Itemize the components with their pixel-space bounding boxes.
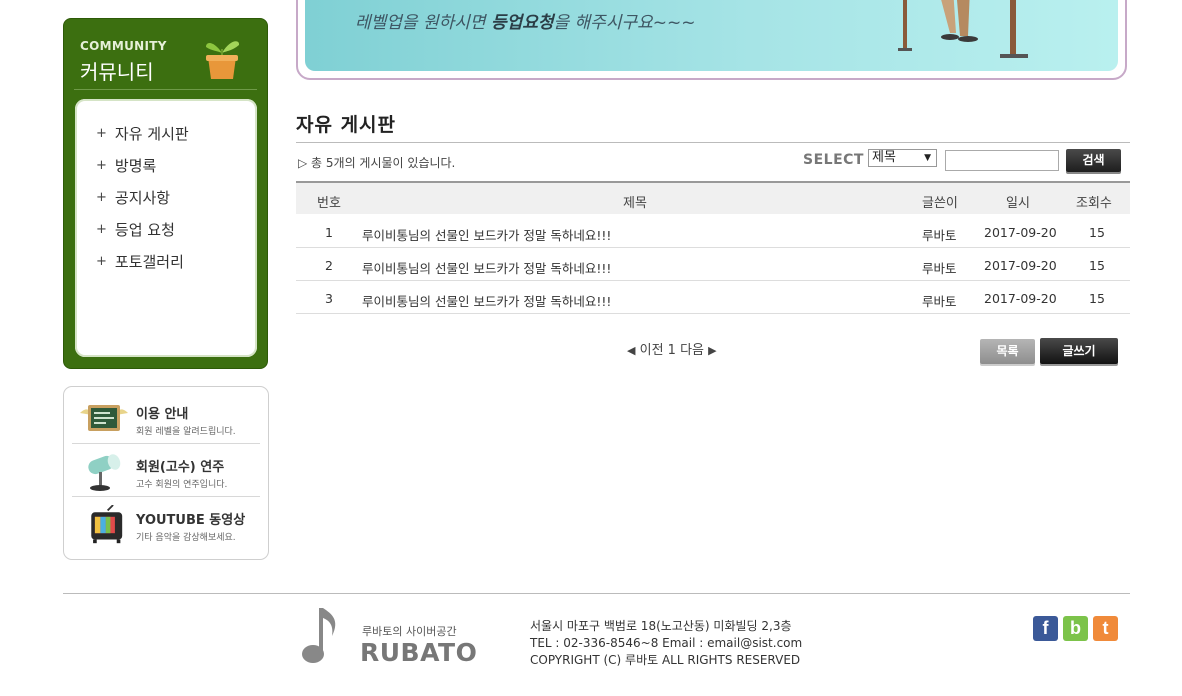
row-date: 2017-09-20 xyxy=(984,225,1057,240)
community-item-free-board[interactable]: + 자유 게시판 xyxy=(96,117,189,149)
info-links-box: 이용 안내 회원 레벨을 알려드립니다. 회원(고수) 연주 고수 회원의 연주… xyxy=(63,386,269,560)
info-desc: 기타 음악을 감상해보세요. xyxy=(136,533,236,543)
column-header-title: 제목 xyxy=(623,196,647,211)
info-title: 이용 안내 xyxy=(136,407,189,422)
info-title: YOUTUBE 동영상 xyxy=(136,513,246,528)
footer-contact: TEL : 02-336-8546~8 Email : email@sist.c… xyxy=(530,636,803,650)
column-header-writer: 글쓴이 xyxy=(922,196,958,211)
row-writer: 루바토 xyxy=(922,294,957,309)
chevron-down-icon: ▼ xyxy=(924,153,931,163)
column-header-views: 조회수 xyxy=(1076,196,1112,211)
plus-icon: + xyxy=(96,221,107,237)
row-date: 2017-09-20 xyxy=(984,291,1057,306)
footer-logo: RUBATO xyxy=(360,638,478,667)
write-button[interactable]: 글쓰기 xyxy=(1040,338,1118,364)
row-writer: 루바토 xyxy=(922,261,957,276)
plus-icon: + xyxy=(96,253,107,269)
sprout-pot-icon xyxy=(206,41,240,79)
row-title-link[interactable]: 루이비통님의 선물인 보드카가 정말 독하네요!!! xyxy=(362,258,611,277)
table-row: 1 루이비통님의 선물인 보드카가 정말 독하네요!!! 루바토 2017-09… xyxy=(296,215,1130,248)
community-list-panel: + 자유 게시판 + 방명록 + 공지사항 + 등업 요청 + 포토갤러리 xyxy=(75,99,257,357)
footer-logo-subtitle: 루바토의 사이버공간 xyxy=(362,625,457,638)
row-views: 15 xyxy=(1089,258,1105,273)
chalkboard-icon xyxy=(80,405,128,431)
plus-icon: + xyxy=(96,157,107,173)
current-page[interactable]: 1 xyxy=(668,343,676,358)
community-item-photo-gallery[interactable]: + 포토갤러리 xyxy=(96,245,189,277)
next-page-link[interactable]: 다음 xyxy=(680,343,704,358)
divider xyxy=(74,89,257,90)
top-banner: 레벨업을 원하시면 등업요청을 해주시구요~~~ xyxy=(296,0,1127,80)
community-menu: COMMUNITY 커뮤니티 + 자유 게시판 + 방명록 + 공지사항 + 등업 요청… xyxy=(63,18,268,369)
community-item-guestbook[interactable]: + 방명록 xyxy=(96,149,189,181)
row-no: 3 xyxy=(325,291,333,306)
footer-copyright: COPYRIGHT (C) 루바토 ALL RIGHTS RESERVED xyxy=(530,653,801,667)
search-input[interactable] xyxy=(945,150,1059,171)
info-item-youtube[interactable]: YOUTUBE 동영상 기타 음악을 감상해보세요. xyxy=(72,497,260,549)
community-title-ko: 커뮤니티 xyxy=(80,60,154,84)
plus-icon: + xyxy=(96,189,107,205)
community-item-notice[interactable]: + 공지사항 xyxy=(96,181,189,213)
community-title-en: COMMUNITY xyxy=(80,39,167,53)
banner-image: 레벨업을 원하시면 등업요청을 해주시구요~~~ xyxy=(305,0,1118,71)
footer-divider xyxy=(63,593,1130,594)
pagination: ◀ 이전 1 다음 ▶ xyxy=(627,339,717,358)
spotlight-icon xyxy=(88,454,121,491)
guitarist-illustration-icon xyxy=(898,0,1028,58)
search-button[interactable]: 검색 xyxy=(1066,149,1121,172)
row-title-link[interactable]: 루이비통님의 선물인 보드카가 정말 독하네요!!! xyxy=(362,225,611,244)
next-arrow-icon[interactable]: ▶ xyxy=(708,344,716,357)
info-desc: 고수 회원의 연주입니다. xyxy=(136,480,228,490)
footer-address-block: 서울시 마포구 백범로 18(노고산동) 미화빌딩 2,3층 TEL : 02-… xyxy=(530,618,802,669)
music-note-icon xyxy=(302,608,336,663)
table-row: 3 루이비통님의 선물인 보드카가 정말 독하네요!!! 루바토 2017-09… xyxy=(296,281,1130,314)
row-no: 2 xyxy=(325,258,333,273)
row-no: 1 xyxy=(325,225,333,240)
column-header-no: 번호 xyxy=(317,196,341,211)
divider xyxy=(296,142,1130,143)
post-count-text: ▷ 총 5개의 게시물이 있습니다. xyxy=(298,156,456,170)
row-views: 15 xyxy=(1089,225,1105,240)
plus-icon: + xyxy=(96,125,107,141)
row-writer: 루바토 xyxy=(922,228,957,243)
prev-page-link[interactable]: 이전 xyxy=(640,343,664,358)
community-item-levelup-request[interactable]: + 등업 요청 xyxy=(96,213,189,245)
table-row: 2 루이비통님의 선물인 보드카가 정말 독하네요!!! 루바토 2017-09… xyxy=(296,248,1130,281)
twitter-icon[interactable]: t xyxy=(1093,616,1118,641)
info-desc: 회원 레벨을 알려드립니다. xyxy=(136,427,236,437)
blog-icon[interactable]: b xyxy=(1063,616,1088,641)
prev-arrow-icon[interactable]: ◀ xyxy=(627,344,635,357)
info-title: 회원(고수) 연주 xyxy=(136,460,225,475)
search-field-select[interactable]: 제목 ▼ xyxy=(868,149,937,167)
banner-text: 레벨업을 원하시면 등업요청을 해주시구요~~~ xyxy=(355,13,696,33)
page-title: 자유 게시판 xyxy=(296,114,397,136)
facebook-icon[interactable]: f xyxy=(1033,616,1058,641)
select-label: SELECT xyxy=(803,152,864,168)
footer-address: 서울시 마포구 백범로 18(노고산동) 미화빌딩 2,3층 xyxy=(530,619,792,633)
info-item-guide[interactable]: 이용 안내 회원 레벨을 알려드립니다. xyxy=(72,391,260,444)
tv-icon xyxy=(91,505,123,544)
list-button[interactable]: 목록 xyxy=(980,339,1035,364)
row-date: 2017-09-20 xyxy=(984,258,1057,273)
row-title-link[interactable]: 루이비통님의 선물인 보드카가 정말 독하네요!!! xyxy=(362,291,611,310)
row-views: 15 xyxy=(1089,291,1105,306)
info-item-member-performance[interactable]: 회원(고수) 연주 고수 회원의 연주입니다. xyxy=(72,444,260,497)
table-header: 번호 제목 글쓴이 일시 조회수 xyxy=(296,181,1130,214)
column-header-date: 일시 xyxy=(1006,196,1030,211)
